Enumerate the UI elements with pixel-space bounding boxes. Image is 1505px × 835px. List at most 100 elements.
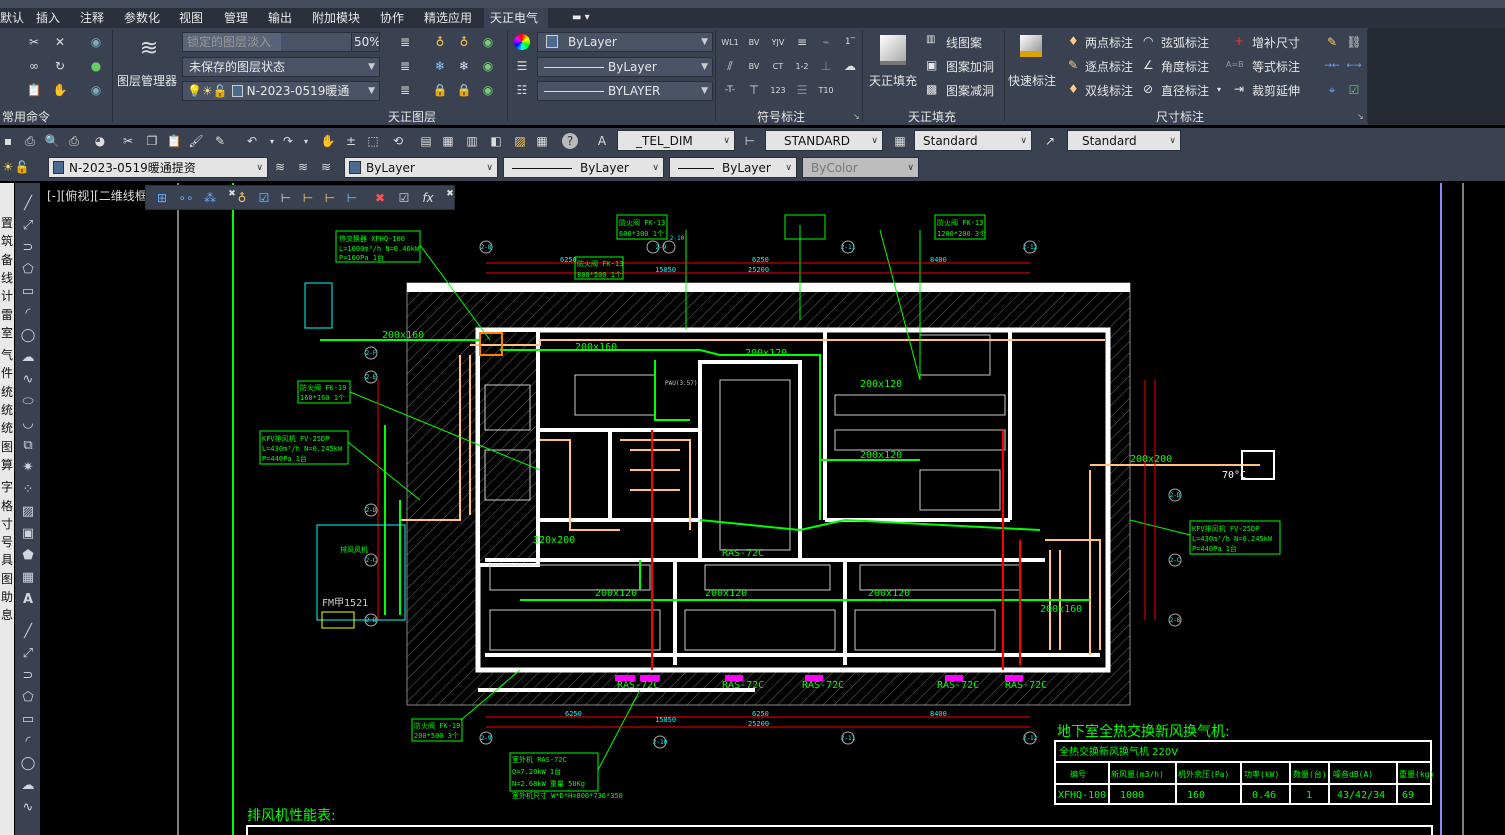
- ct-icon[interactable]: CT: [770, 58, 786, 74]
- block-editor-icon[interactable]: ✎: [212, 133, 228, 149]
- zoom-window-icon[interactable]: ⬚: [365, 133, 381, 149]
- tab-manage[interactable]: 管理: [218, 8, 254, 28]
- quick-dimension-button[interactable]: 快速标注: [1006, 32, 1062, 92]
- unlock-layer-icon[interactable]: 🔒: [456, 82, 472, 98]
- paste-icon[interactable]: 📋: [26, 82, 42, 98]
- dots-icon[interactable]: ⁂: [202, 190, 218, 206]
- color-wheel-icon[interactable]: [514, 34, 530, 50]
- zoom-previous-icon[interactable]: ⟲: [390, 133, 406, 149]
- tangent-fill-button[interactable]: 天正填充: [866, 32, 922, 92]
- layer-match-icon[interactable]: ≋: [318, 159, 334, 175]
- help-icon[interactable]: ?: [562, 133, 578, 149]
- pan-hand-icon[interactable]: ✋: [52, 82, 68, 98]
- viewport-controls[interactable]: [-][俯视][二维线框]: [47, 187, 151, 204]
- publish-icon[interactable]: ⎙: [66, 133, 82, 149]
- tool-palettes-icon[interactable]: ▥: [464, 133, 480, 149]
- trim-icon[interactable]: ✕: [52, 34, 68, 50]
- chevron-down-icon[interactable]: ▾: [264, 133, 280, 149]
- linetype-dropdown[interactable]: ByLayer ▼: [537, 57, 713, 77]
- ribbon-minimize-button[interactable]: ▬ ▾: [566, 8, 596, 28]
- tab-output[interactable]: 输出: [262, 8, 298, 28]
- bulb-on-icon[interactable]: ♁: [456, 34, 472, 50]
- color-control-dropdown[interactable]: ByLayer ∨: [344, 157, 498, 178]
- color-dropdown[interactable]: ByLayer ▼: [537, 32, 713, 52]
- dim-split-icon[interactable]: ←→: [1346, 58, 1362, 74]
- layer-edit-icon[interactable]: ≣: [397, 58, 413, 74]
- elevation-icon[interactable]: ⊥: [818, 58, 834, 74]
- check-dim-icon[interactable]: ☑: [256, 190, 272, 206]
- tab-default[interactable]: 默认: [0, 8, 30, 28]
- copy-icon[interactable]: ❐: [144, 133, 160, 149]
- zoom-realtime-icon[interactable]: ±: [343, 133, 359, 149]
- match-properties-icon[interactable]: 🖌: [188, 133, 204, 149]
- dim-edit-icon[interactable]: ✎: [1324, 34, 1340, 50]
- layer-make-current-icon[interactable]: ≣: [397, 34, 413, 50]
- bv-symbol-icon[interactable]: BV: [746, 34, 762, 50]
- dim-link-icon[interactable]: ⛓: [1346, 34, 1362, 50]
- grid-icon[interactable]: ⊞: [154, 190, 170, 206]
- break-icon[interactable]: ⌁: [818, 34, 834, 50]
- tab-view[interactable]: 视图: [173, 8, 209, 28]
- tab-insert[interactable]: 插入: [30, 8, 66, 28]
- group-icon[interactable]: ∞: [26, 58, 42, 74]
- list-icon[interactable]: ☰: [794, 82, 810, 98]
- close-icon[interactable]: ✖: [442, 186, 458, 202]
- lock-icon[interactable]: 🔒: [432, 82, 448, 98]
- bv2-icon[interactable]: BV: [746, 58, 762, 74]
- dim-style-dropdown[interactable]: STANDARD ∨: [765, 130, 883, 151]
- tab-featured-apps[interactable]: 精选应用: [418, 8, 478, 28]
- drawing-canvas[interactable]: 6250 6250 8400 25200 15050 6250 6250 8400 25…: [0, 183, 1505, 835]
- print-preview-icon[interactable]: 🔍: [44, 133, 60, 149]
- layer-dropdown[interactable]: N-2023-0519暖通提资 ∨: [48, 157, 268, 178]
- cloud-icon[interactable]: ☁: [842, 58, 858, 74]
- rotate-icon[interactable]: ↻: [52, 58, 68, 74]
- layer-on-icon[interactable]: ●: [88, 58, 104, 74]
- tab-annotate[interactable]: 注释: [74, 8, 110, 28]
- print-icon[interactable]: ⎙: [22, 133, 38, 149]
- calculator-icon[interactable]: ▦: [534, 133, 550, 149]
- layer-previous-icon[interactable]: ≋: [295, 159, 311, 175]
- chevron-down-icon[interactable]: ▾: [298, 133, 314, 149]
- markup-icon[interactable]: ▨: [512, 133, 528, 149]
- layer-toggle-icon[interactable]: ◉: [480, 34, 496, 50]
- save-icon[interactable]: ▪: [0, 133, 16, 149]
- wire-icon[interactable]: ⫽: [722, 58, 738, 74]
- undo-icon[interactable]: ↶: [244, 133, 260, 149]
- locked-layer-fade-slider[interactable]: 锁定的图层淡入 50%: [182, 32, 380, 52]
- dots-curve-icon[interactable]: ∘∘: [178, 190, 194, 206]
- layer-up-icon[interactable]: ≣: [397, 82, 413, 98]
- panel-expand-icon[interactable]: ↘: [853, 112, 860, 121]
- cut-icon[interactable]: ✂: [120, 133, 136, 149]
- layer-manager-button[interactable]: ≋ 图层管理器: [117, 32, 179, 90]
- pan-icon[interactable]: ✋: [320, 133, 336, 149]
- function-icon[interactable]: fx: [420, 190, 436, 206]
- panel-expand-icon[interactable]: ↘: [1357, 112, 1364, 121]
- tab-addins[interactable]: 附加模块: [306, 8, 366, 28]
- dim-merge-icon[interactable]: →←: [1324, 58, 1340, 74]
- sheet-set-icon[interactable]: ◧: [488, 133, 504, 149]
- text-style-dropdown[interactable]: _TEL_DIM ∨: [617, 130, 735, 151]
- scissors-icon[interactable]: ✂: [26, 34, 42, 50]
- bulb-off-icon[interactable]: ♁: [432, 34, 448, 50]
- arrow-icon[interactable]: ⊤: [746, 82, 762, 98]
- redo-icon[interactable]: ↷: [280, 133, 296, 149]
- dim-icon[interactable]: ⊢: [344, 190, 360, 206]
- number-icon[interactable]: 1‾: [842, 34, 858, 50]
- layer-off-icon[interactable]: ◉: [88, 34, 104, 50]
- bulb-icon[interactable]: ♁: [234, 190, 250, 206]
- mleader-style-dropdown[interactable]: Standard ∨: [1067, 130, 1181, 151]
- dim-icon[interactable]: ⊢: [322, 190, 338, 206]
- thaw-icon[interactable]: ❄: [456, 58, 472, 74]
- tab-tangent-electric[interactable]: 天正电气: [484, 8, 548, 28]
- layer-toggle-icon[interactable]: ◉: [480, 82, 496, 98]
- t-icon[interactable]: -T-: [722, 82, 738, 98]
- dim-icon[interactable]: ⊢: [278, 190, 294, 206]
- layer-isolate-icon[interactable]: ◉: [88, 82, 104, 98]
- table-style-dropdown[interactable]: Standard ∨: [914, 130, 1032, 151]
- lines-icon[interactable]: ≡: [794, 34, 810, 50]
- properties-icon[interactable]: ▤: [418, 133, 434, 149]
- lineweight-dropdown[interactable]: BYLAYER ▼: [537, 81, 713, 101]
- title-icon[interactable]: T10: [818, 82, 834, 98]
- dim-location-icon[interactable]: ⌖: [1324, 82, 1340, 98]
- ratio-icon[interactable]: 1-2: [794, 58, 810, 74]
